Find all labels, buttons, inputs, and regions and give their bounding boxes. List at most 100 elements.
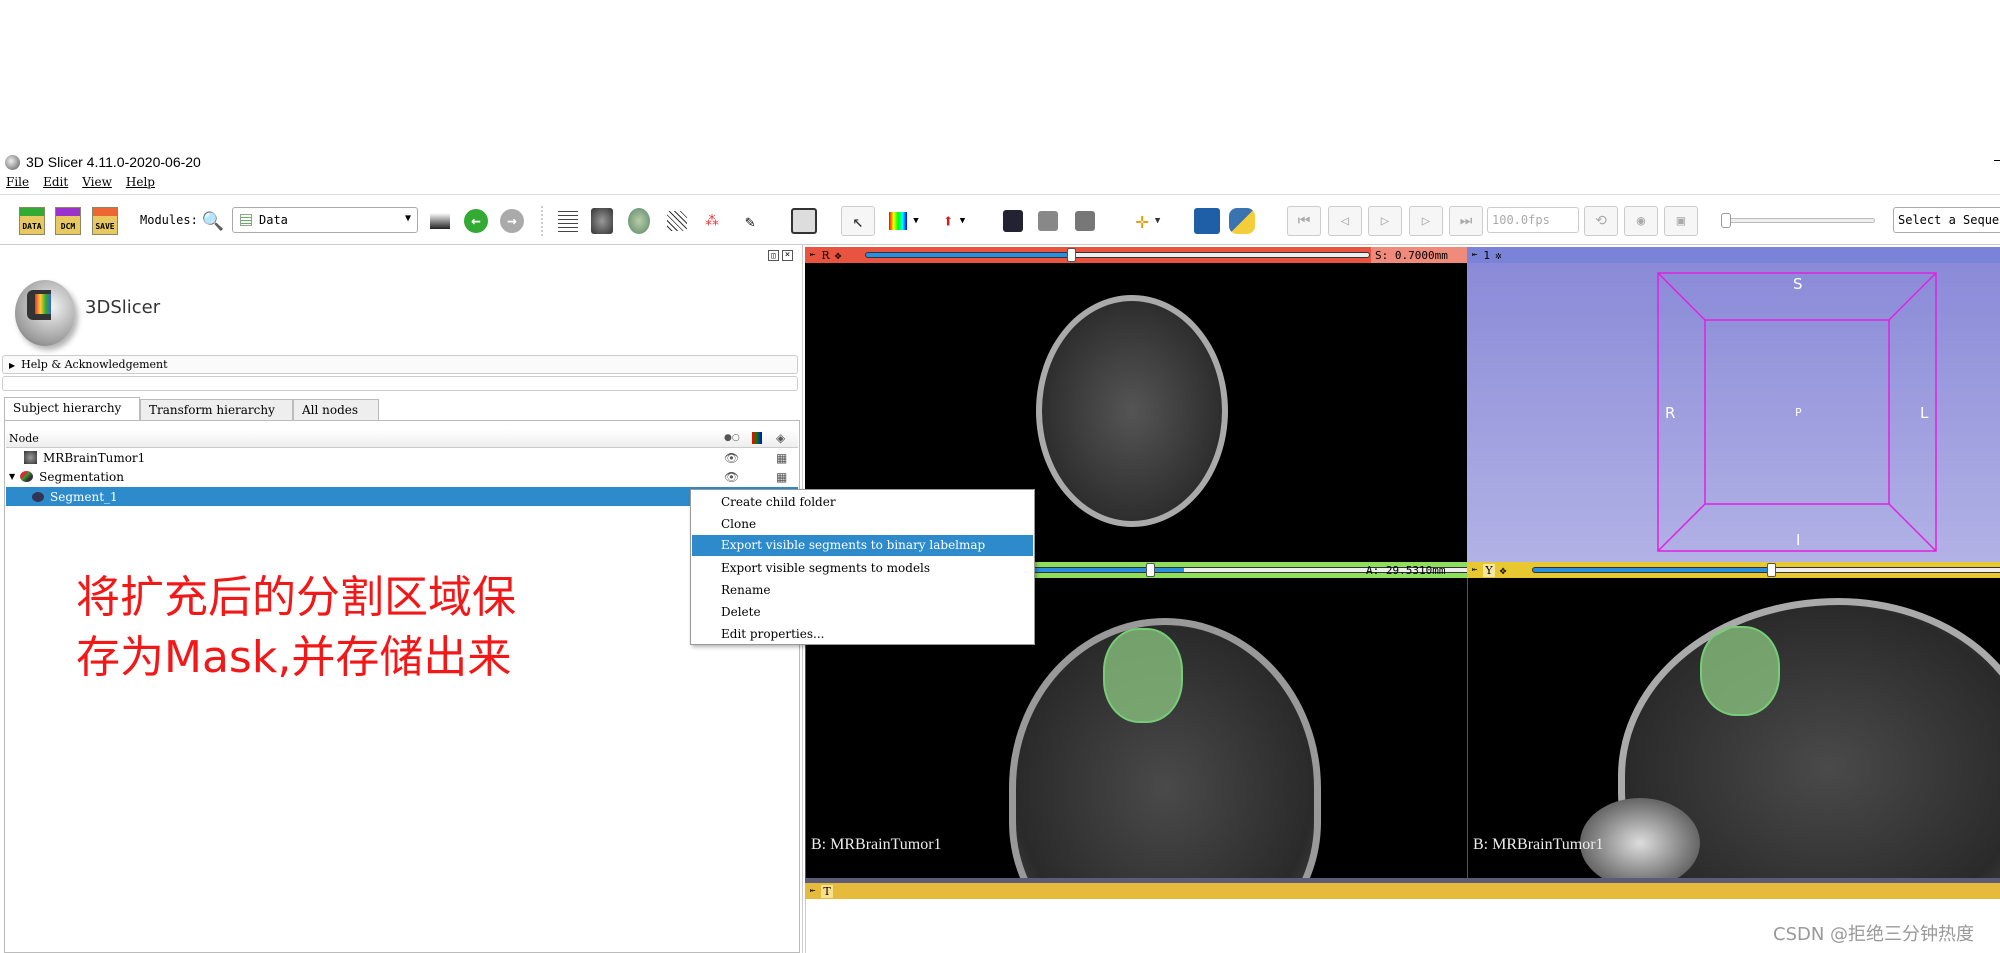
save-button[interactable]: SAVE [91, 200, 119, 242]
menu-view[interactable]: View [82, 175, 112, 193]
table-view-name: T [821, 884, 833, 898]
record-button[interactable]: ◉ [1623, 200, 1659, 242]
tab-all-nodes[interactable]: All nodes [293, 399, 379, 420]
mouse-mode-button[interactable]: ↖ [840, 200, 876, 242]
node-label: Segment_1 [50, 489, 118, 504]
grid-icon [667, 211, 687, 231]
module-search-icon[interactable]: 🔍 [202, 200, 224, 242]
layout-button[interactable] [790, 200, 818, 242]
crosshair-button[interactable]: ✛ ▼ [1128, 200, 1168, 242]
menu-item-clone[interactable]: Clone [692, 514, 1033, 535]
crosshair-color-button[interactable]: ▼ [884, 200, 924, 242]
slider-handle[interactable] [1067, 248, 1077, 262]
watermark: CSDN @拒绝三分钟热度 [1773, 924, 1975, 945]
markups-module-button[interactable]: ⁂ [700, 200, 724, 242]
slice-options-icon[interactable]: ✥ [1500, 564, 1507, 577]
menu-item-export-models[interactable]: Export visible segments to models [692, 558, 1033, 579]
slider-handle[interactable] [1767, 563, 1777, 577]
red-slice-slider[interactable] [865, 248, 1370, 262]
screenshot-button[interactable] [1001, 200, 1025, 242]
forward-button[interactable]: → [498, 200, 526, 242]
tree-row-selected[interactable]: Segment_1 [6, 487, 798, 506]
menu-item-rename[interactable]: Rename [692, 580, 1033, 601]
extensions-icon [1194, 208, 1220, 234]
slider-handle[interactable] [1721, 213, 1731, 228]
python-console-button[interactable] [1228, 200, 1256, 242]
load-dicom-button[interactable]: DCM [54, 200, 82, 242]
module-selector[interactable]: Data ▼ [232, 207, 418, 233]
models-module-button[interactable] [627, 200, 651, 242]
yellow-slice-view[interactable]: B: MRBrainTumor1 [1467, 578, 2000, 878]
slice-options-icon[interactable]: ✥ [835, 249, 842, 262]
record-icon: ◉ [1624, 206, 1658, 236]
slider-handle[interactable] [1146, 563, 1156, 577]
slicer-app-icon [5, 154, 20, 170]
eye-icon[interactable]: 👁 [724, 470, 739, 484]
green-slice-offset[interactable]: A: 29.5310mm [1362, 562, 1467, 578]
yellow-slice-slider[interactable] [1532, 563, 2000, 577]
collapse-arrow-icon[interactable]: ▼ [9, 472, 15, 481]
menu-item-edit-properties[interactable]: Edit properties... [692, 624, 1033, 645]
yellow-background-label: B: MRBrainTumor1 [1473, 836, 1604, 853]
slicer-logo [5, 268, 80, 348]
load-data-button[interactable]: DATA [18, 200, 46, 242]
menu-edit[interactable]: Edit [43, 175, 68, 193]
data-module-icon [240, 214, 252, 226]
play-button[interactable]: ▷ [1367, 200, 1403, 242]
model-icon [628, 208, 650, 234]
view-options-icon[interactable]: ✲ [1495, 249, 1502, 262]
previous-frame-button[interactable]: ◁ [1327, 200, 1363, 242]
transforms-module-button[interactable] [665, 200, 689, 242]
menu-help[interactable]: Help [126, 175, 155, 193]
window-level-button[interactable] [428, 200, 452, 242]
dcm-icon: DCM [55, 207, 81, 235]
fps-spinbox[interactable]: 100.0fps [1487, 207, 1579, 233]
help-acknowledgement-section[interactable]: ▶ Help & Acknowledgement [2, 355, 798, 374]
tab-subject-hierarchy[interactable]: Subject hierarchy [4, 397, 140, 420]
tab-transform-hierarchy[interactable]: Transform hierarchy [140, 399, 293, 420]
menu-item-delete[interactable]: Delete [692, 602, 1033, 623]
tree-row[interactable]: ▼ Segmentation 👁 ▦ [6, 467, 798, 486]
pin-icon[interactable]: ⇤ [1472, 565, 1477, 575]
segment-editor-button[interactable]: ✎ [738, 200, 762, 242]
close-panel-icon[interactable]: × [782, 250, 793, 261]
back-button[interactable]: ← [462, 200, 490, 242]
pin-icon[interactable]: ⇤ [1472, 250, 1477, 260]
first-frame-button[interactable]: ⏮ [1286, 200, 1322, 242]
last-frame-button[interactable]: ⏭ [1448, 200, 1484, 242]
sequence-slider[interactable] [1721, 213, 1875, 228]
play-icon: ▷ [1368, 206, 1402, 236]
next-frame-button[interactable]: ▷ [1408, 200, 1444, 242]
scene-views-menu-button[interactable] [1073, 200, 1097, 242]
minimize-button[interactable] [1994, 160, 2000, 161]
loop-button[interactable]: ⟲ [1583, 200, 1619, 242]
segment-icon [32, 491, 44, 502]
menu-item-export-binary-labelmap[interactable]: Export visible segments to binary labelm… [692, 535, 1033, 556]
transform-grid-icon[interactable]: ▦ [776, 470, 787, 484]
tree-row[interactable]: MRBrainTumor1 👁 ▦ [6, 448, 798, 467]
threed-view[interactable]: S R L P I [1467, 263, 2000, 562]
loop-icon: ⟲ [1584, 206, 1618, 236]
data-module-button[interactable] [556, 200, 580, 242]
arrow-right-icon: → [500, 209, 524, 233]
red-slice-offset[interactable]: S: 0.7000mm [1371, 247, 1467, 263]
float-panel-icon[interactable]: ◫ [768, 250, 779, 261]
extension-manager-button[interactable] [1193, 200, 1221, 242]
skip-end-icon: ⏭ [1449, 206, 1483, 236]
fiducial-place-button[interactable]: ⬆ ▼ [936, 200, 972, 242]
volumes-module-button[interactable] [590, 200, 614, 242]
pin-icon[interactable]: ⇤ [810, 886, 815, 896]
pin-icon[interactable]: ⇤ [810, 250, 815, 260]
step-back-icon: ◁ [1328, 206, 1362, 236]
sequence-selector[interactable]: Select a Sequence [1893, 207, 2000, 233]
scene-view-button[interactable] [1036, 200, 1060, 242]
module-selected-value: Data [259, 213, 288, 227]
fiducial-icon: ⬆ [942, 210, 954, 232]
menu-item-create-child-folder[interactable]: Create child folder [692, 492, 1033, 513]
menu-file[interactable]: File [6, 175, 29, 193]
visibility-column-icon: ●○ [724, 433, 740, 443]
eye-icon[interactable]: 👁 [724, 451, 739, 465]
transform-grid-icon[interactable]: ▦ [776, 451, 787, 465]
snapshot-button[interactable]: ▣ [1663, 200, 1699, 242]
node-label: Segmentation [39, 469, 124, 484]
